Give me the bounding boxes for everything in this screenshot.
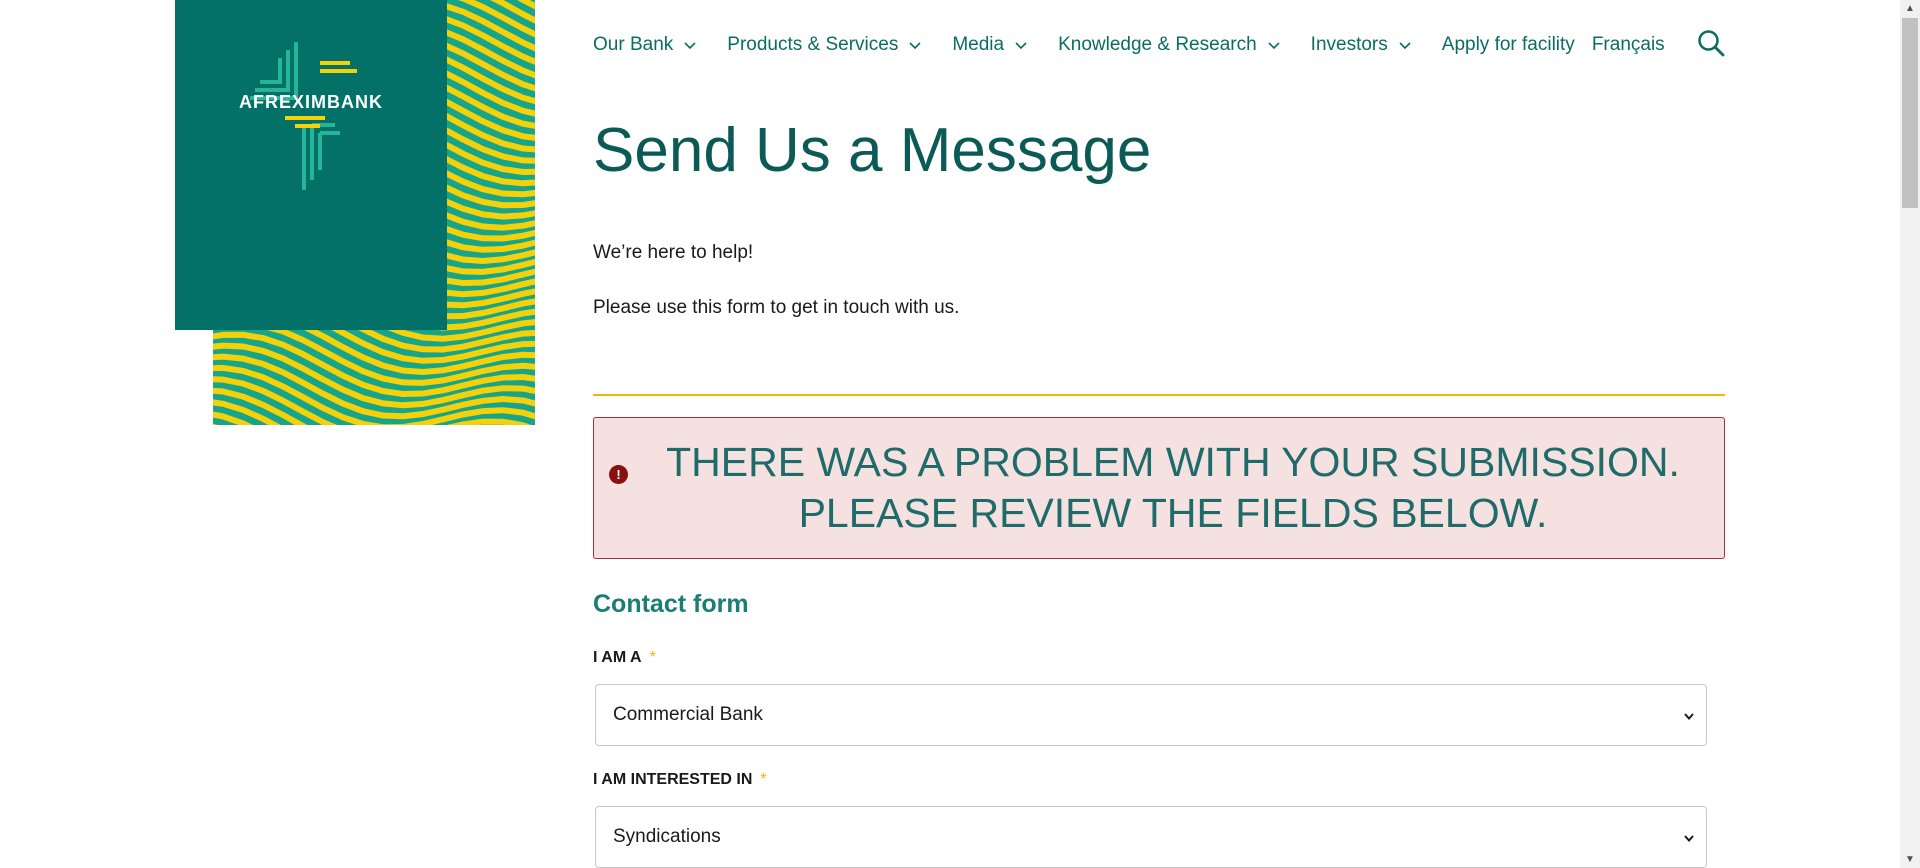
field-label-i-am-a: I AM A * <box>593 649 656 667</box>
select-value: Commercial Bank <box>613 704 763 725</box>
main-nav: Our Bank Products & Services Media Knowl… <box>593 30 1682 60</box>
field-label-text: I AM INTERESTED IN <box>593 771 753 788</box>
interested-in-select[interactable]: Syndications <box>595 806 1707 868</box>
scroll-up-arrow-icon[interactable]: ▲ <box>1900 0 1920 17</box>
error-message: THERE WAS A PROBLEM WITH YOUR SUBMISSION… <box>666 439 1680 536</box>
nav-label: Media <box>952 34 1005 55</box>
select-value: Syndications <box>613 826 721 847</box>
field-label-interested-in: I AM INTERESTED IN * <box>593 771 767 789</box>
afreximbank-logo-mark <box>250 42 357 190</box>
intro-text: We’re here to help! <box>593 242 754 263</box>
chevron-down-icon <box>1684 713 1694 721</box>
nav-label: Investors <box>1310 34 1388 55</box>
chevron-down-icon <box>909 42 921 50</box>
i-am-a-select[interactable]: Commercial Bank <box>595 684 1707 746</box>
logo-panel: AFREXIMBANK <box>175 0 447 330</box>
page-title: Send Us a Message <box>593 116 1152 185</box>
nav-media[interactable]: Media <box>952 34 1028 56</box>
nav-language-francais[interactable]: Français <box>1592 34 1665 56</box>
logo-text: AFREXIMBANK <box>239 92 383 112</box>
chevron-down-icon <box>1399 42 1411 50</box>
scroll-thumb[interactable] <box>1902 18 1918 208</box>
divider <box>593 394 1725 396</box>
nav-apply-facility[interactable]: Apply for facility <box>1442 34 1575 56</box>
form-heading: Contact form <box>593 590 749 618</box>
intro-text: Please use this form to get in touch wit… <box>593 297 960 318</box>
required-marker: * <box>760 771 767 788</box>
chevron-down-icon <box>1015 42 1027 50</box>
nav-label: Our Bank <box>593 34 674 55</box>
nav-label: Français <box>1591 34 1665 55</box>
scroll-down-arrow-icon[interactable]: ▼ <box>1900 851 1920 868</box>
nav-label: Products & Services <box>727 34 899 55</box>
chevron-down-icon <box>1268 42 1280 50</box>
error-alert: ! THERE WAS A PROBLEM WITH YOUR SUBMISSI… <box>593 417 1725 559</box>
field-label-text: I AM A <box>593 649 642 666</box>
nav-our-bank[interactable]: Our Bank <box>593 34 697 56</box>
search-icon[interactable] <box>1697 29 1725 57</box>
required-marker: * <box>649 649 656 666</box>
scrollbar[interactable]: ▲ ▼ <box>1900 0 1920 868</box>
chevron-down-icon <box>684 42 696 50</box>
nav-investors[interactable]: Investors <box>1311 34 1412 56</box>
error-icon: ! <box>609 465 628 484</box>
nav-label: Apply for facility <box>1441 34 1575 55</box>
chevron-down-icon <box>1684 835 1694 843</box>
nav-label: Knowledge & Research <box>1058 34 1257 55</box>
logo-block[interactable]: AFREXIMBANK <box>175 0 535 425</box>
nav-knowledge-research[interactable]: Knowledge & Research <box>1058 34 1281 56</box>
nav-products-services[interactable]: Products & Services <box>727 34 922 56</box>
